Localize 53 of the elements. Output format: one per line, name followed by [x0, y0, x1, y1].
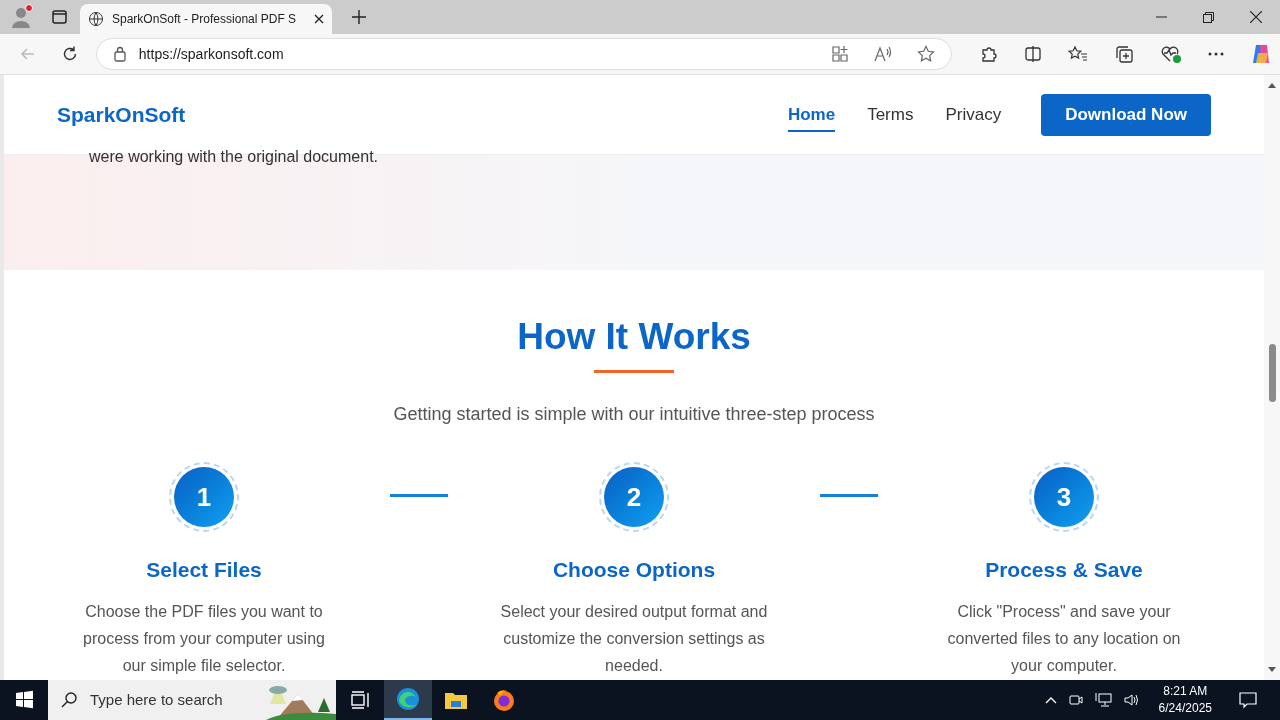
extensions-icon[interactable]: [980, 45, 998, 63]
section-subtitle: Getting started is simple with our intuitive three-step process: [393, 403, 875, 427]
search-icon: [60, 691, 78, 709]
step-description: Choose the PDF files you want to process from your computer using our simple file selector.: [82, 601, 326, 676]
edge-icon: [395, 686, 421, 712]
step-title: Select Files: [146, 557, 262, 584]
firefox-icon: [491, 687, 517, 713]
more-icon[interactable]: [1208, 52, 1224, 56]
step-title: Process & Save: [985, 557, 1143, 584]
nav-link[interactable]: Home: [787, 96, 836, 133]
scroll-down-icon[interactable]: [1268, 667, 1276, 672]
step-description: Click "Process" and save your converted files to any location on your computer.: [946, 601, 1182, 676]
tab-title: SparkOnSoft - Professional PDF S: [112, 11, 298, 28]
taskbar-search[interactable]: Type here to search: [48, 680, 336, 720]
step-number-badge: 1: [169, 462, 239, 533]
restore-icon[interactable]: [1203, 11, 1214, 23]
browser-tab[interactable]: SparkOnSoft - Professional PDF S: [80, 4, 332, 34]
nav-link[interactable]: Terms: [867, 96, 914, 133]
split-screen-icon[interactable]: [1024, 45, 1042, 63]
step-description: Select your desired output format and customize the conversion settings as needed.: [500, 601, 768, 676]
lock-icon: [112, 46, 127, 62]
clock-time[interactable]: 8:21 AM: [1163, 683, 1208, 700]
step-number-badge: 3: [1029, 462, 1099, 533]
scrollbar-thumb[interactable]: [1268, 344, 1276, 402]
health-icon[interactable]: [1160, 44, 1182, 64]
copilot-icon[interactable]: [1250, 43, 1272, 65]
globe-icon: [88, 11, 104, 27]
read-aloud-icon[interactable]: [873, 45, 893, 63]
search-placeholder: Type here to search: [90, 689, 224, 710]
network-icon[interactable]: [1094, 691, 1113, 709]
site-logo[interactable]: SparkOnSoft: [57, 98, 788, 131]
close-window-icon[interactable]: [1250, 11, 1262, 23]
app-icon[interactable]: [831, 45, 849, 63]
clock-date[interactable]: 6/24/2025: [1158, 700, 1212, 717]
step-number-badge: 2: [599, 462, 669, 533]
collections-icon[interactable]: [1114, 45, 1134, 63]
taskbar-app[interactable]: [384, 680, 432, 720]
address-bar[interactable]: https://sparkonsoft.com: [95, 38, 952, 70]
section-title: How It Works: [517, 315, 751, 359]
new-tab-icon[interactable]: [352, 10, 366, 24]
task-view-icon: [349, 690, 371, 710]
chevron-up-icon[interactable]: [1044, 696, 1057, 704]
close-icon[interactable]: [314, 14, 324, 24]
star-icon[interactable]: [917, 45, 935, 63]
nav-link[interactable]: Privacy: [945, 96, 1002, 133]
step-title: Choose Options: [552, 557, 716, 584]
favorites-icon[interactable]: [1068, 45, 1088, 63]
volume-icon[interactable]: [1122, 691, 1141, 709]
download-button[interactable]: Download Now: [1041, 93, 1211, 136]
scroll-up-icon[interactable]: [1268, 83, 1276, 88]
paragraph: were working with the original document.: [89, 147, 380, 167]
notification-icon[interactable]: [1238, 690, 1258, 710]
url-text: https://sparkonsoft.com: [138, 44, 285, 64]
